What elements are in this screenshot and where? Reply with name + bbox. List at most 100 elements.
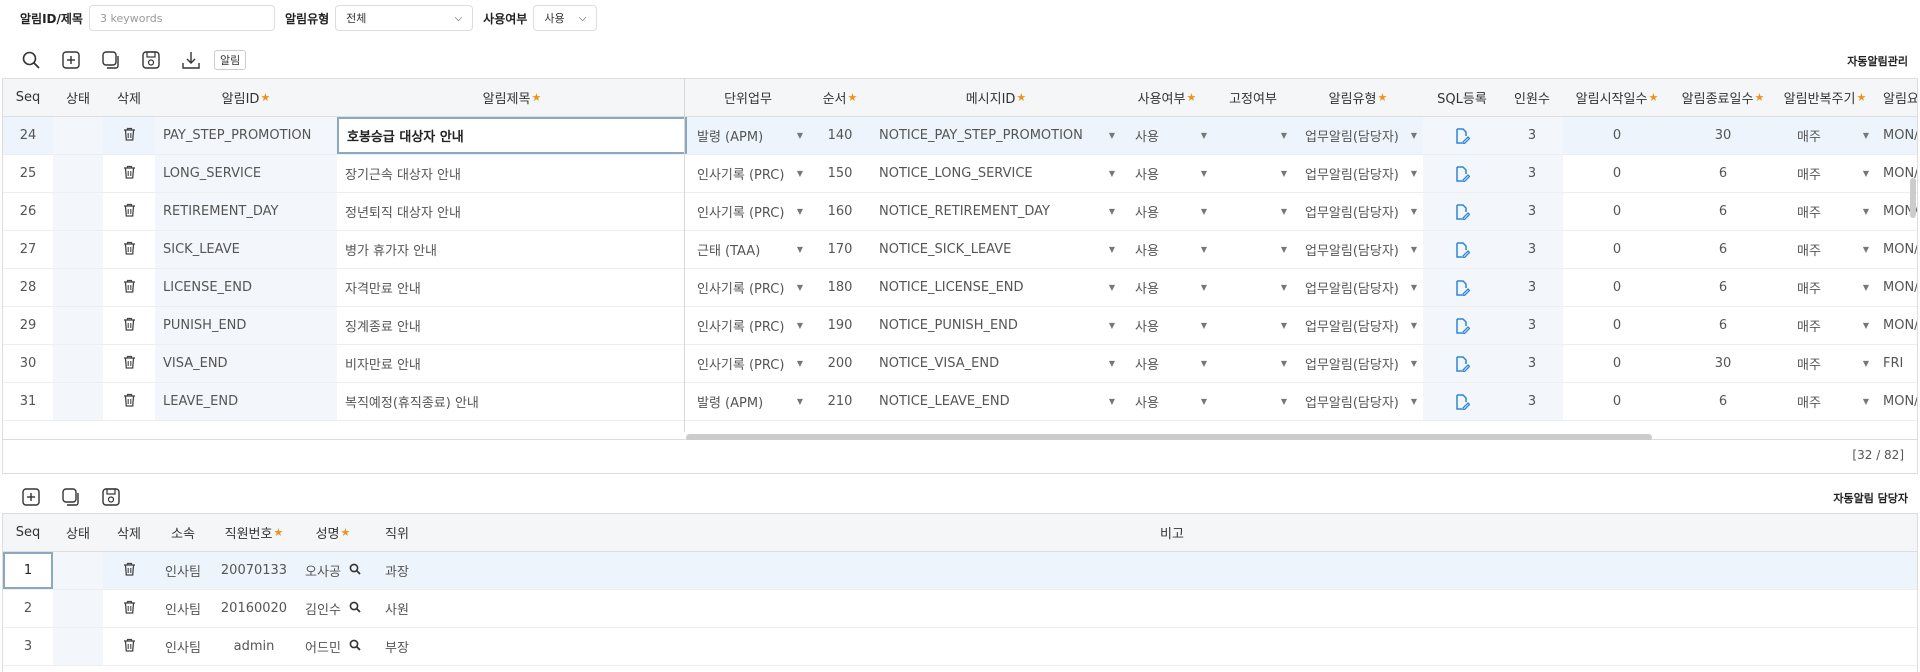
dropdown-arrow-icon[interactable]: ▼ xyxy=(1281,359,1287,368)
trash-icon[interactable] xyxy=(123,355,136,373)
cell-message-id[interactable]: NOTICE_VISA_END ▼ xyxy=(871,345,1121,382)
copy-icon[interactable] xyxy=(60,486,82,508)
vertical-scrollbar[interactable] xyxy=(1910,178,1916,218)
cell-name[interactable]: 어드민 xyxy=(297,628,369,665)
cell-message-id[interactable]: NOTICE_PAY_STEP_PROMOTION ▼ xyxy=(871,117,1121,154)
cell-fixed[interactable]: ▼ xyxy=(1213,193,1293,230)
header-notice-id[interactable]: 알림ID xyxy=(155,79,337,116)
trash-icon[interactable] xyxy=(123,638,136,656)
header-seq[interactable]: Seq xyxy=(3,79,53,116)
cell-notice-title[interactable]: 병가 휴가자 안내 xyxy=(337,231,687,268)
dropdown-arrow-icon[interactable]: ▼ xyxy=(1201,207,1207,216)
header-position[interactable]: 직위 xyxy=(369,514,425,551)
trash-icon[interactable] xyxy=(123,241,136,259)
cell-use[interactable]: 사용 ▼ xyxy=(1121,155,1213,192)
cell-cycle[interactable]: 매주 ▼ xyxy=(1775,155,1875,192)
cell-sql[interactable] xyxy=(1423,269,1501,306)
add-icon[interactable] xyxy=(20,486,42,508)
cell-fixed[interactable]: ▼ xyxy=(1213,345,1293,382)
search-icon[interactable] xyxy=(349,563,361,579)
cell-use[interactable]: 사용 ▼ xyxy=(1121,345,1213,382)
dropdown-arrow-icon[interactable]: ▼ xyxy=(1281,131,1287,140)
dropdown-arrow-icon[interactable]: ▼ xyxy=(1411,169,1417,178)
cell-sql[interactable] xyxy=(1423,117,1501,154)
cell-unit[interactable]: 발령 (APM) ▼ xyxy=(687,117,809,154)
table-row[interactable]: 31 LEAVE_END 복직예정(휴직종료) 안내 발령 (APM) ▼ 210 NOTI… xyxy=(3,383,1917,421)
header-message-id[interactable]: 메시지ID xyxy=(871,79,1121,116)
cell-notice-type[interactable]: 업무알림(담당자) ▼ xyxy=(1293,269,1423,306)
header-cycle[interactable]: 알림반복주기 xyxy=(1775,79,1875,116)
cell-notice-title[interactable]: 비자만료 안내 xyxy=(337,345,687,382)
dropdown-arrow-icon[interactable]: ▼ xyxy=(1863,131,1869,140)
table-row[interactable]: 29 PUNISH_END 징계종료 안내 인사기록 (PRC) ▼ 190 NOTICE_… xyxy=(3,307,1917,345)
header-start-days[interactable]: 알림시작일수 xyxy=(1563,79,1671,116)
table-row[interactable]: 27 SICK_LEAVE 병가 휴가자 안내 근태 (TAA) ▼ 170 NOTICE_… xyxy=(3,231,1917,269)
trash-icon[interactable] xyxy=(123,317,136,335)
copy-icon[interactable] xyxy=(100,49,122,71)
search-icon[interactable] xyxy=(349,639,361,655)
cell-delete[interactable] xyxy=(103,231,155,268)
dropdown-arrow-icon[interactable]: ▼ xyxy=(1411,245,1417,254)
cell-sql[interactable] xyxy=(1423,231,1501,268)
cell-message-id[interactable]: NOTICE_LEAVE_END ▼ xyxy=(871,383,1121,420)
cell-use[interactable]: 사용 ▼ xyxy=(1121,231,1213,268)
dropdown-arrow-icon[interactable]: ▼ xyxy=(1109,283,1115,292)
dropdown-arrow-icon[interactable]: ▼ xyxy=(1411,321,1417,330)
header-unit[interactable]: 단위업무 xyxy=(687,79,809,116)
dropdown-arrow-icon[interactable]: ▼ xyxy=(797,397,803,406)
dropdown-arrow-icon[interactable]: ▼ xyxy=(1863,169,1869,178)
add-icon[interactable] xyxy=(60,49,82,71)
dropdown-arrow-icon[interactable]: ▼ xyxy=(797,131,803,140)
table-row[interactable]: 25 LONG_SERVICE 장기근속 대상자 안내 인사기록 (PRC) ▼ 150 N… xyxy=(3,155,1917,193)
dropdown-arrow-icon[interactable]: ▼ xyxy=(797,359,803,368)
cell-use[interactable]: 사용 ▼ xyxy=(1121,193,1213,230)
cell-cycle[interactable]: 매주 ▼ xyxy=(1775,307,1875,344)
search-icon[interactable] xyxy=(20,49,42,71)
dropdown-arrow-icon[interactable]: ▼ xyxy=(1863,207,1869,216)
cell-unit[interactable]: 인사기록 (PRC) ▼ xyxy=(687,307,809,344)
cell-notice-type[interactable]: 업무알림(담당자) ▼ xyxy=(1293,345,1423,382)
cell-notice-title[interactable]: 정년퇴직 대상자 안내 xyxy=(337,193,687,230)
edit-sql-icon[interactable] xyxy=(1454,279,1470,296)
edit-sql-icon[interactable] xyxy=(1454,165,1470,182)
cell-use[interactable]: 사용 ▼ xyxy=(1121,117,1213,154)
id-filter-input[interactable]: 3 keywords xyxy=(88,5,275,31)
cell-delete[interactable] xyxy=(103,193,155,230)
cell-unit[interactable]: 인사기록 (PRC) ▼ xyxy=(687,155,809,192)
dropdown-arrow-icon[interactable]: ▼ xyxy=(1201,169,1207,178)
cell-use[interactable]: 사용 ▼ xyxy=(1121,383,1213,420)
dropdown-arrow-icon[interactable]: ▼ xyxy=(1109,131,1115,140)
cell-cycle[interactable]: 매주 ▼ xyxy=(1775,193,1875,230)
cell-cycle[interactable]: 매주 ▼ xyxy=(1775,231,1875,268)
cell-delete[interactable] xyxy=(103,383,155,420)
dropdown-arrow-icon[interactable]: ▼ xyxy=(797,245,803,254)
cell-message-id[interactable]: NOTICE_RETIREMENT_DAY ▼ xyxy=(871,193,1121,230)
cell-delete[interactable] xyxy=(103,117,155,154)
cell-cycle[interactable]: 매주 ▼ xyxy=(1775,345,1875,382)
edit-sql-icon[interactable] xyxy=(1454,127,1470,144)
cell-notice-type[interactable]: 업무알림(담당자) ▼ xyxy=(1293,117,1423,154)
dropdown-arrow-icon[interactable]: ▼ xyxy=(1109,397,1115,406)
cell-delete[interactable] xyxy=(103,628,155,665)
cell-fixed[interactable]: ▼ xyxy=(1213,307,1293,344)
cell-unit[interactable]: 인사기록 (PRC) ▼ xyxy=(687,193,809,230)
edit-sql-icon[interactable] xyxy=(1454,355,1470,372)
cell-unit[interactable]: 근태 (TAA) ▼ xyxy=(687,231,809,268)
trash-icon[interactable] xyxy=(123,562,136,580)
type-filter-select[interactable]: 전체 ⌵ xyxy=(335,5,474,31)
header-status[interactable]: 상태 xyxy=(53,514,103,551)
dropdown-arrow-icon[interactable]: ▼ xyxy=(1863,359,1869,368)
dropdown-arrow-icon[interactable]: ▼ xyxy=(1201,397,1207,406)
header-fixed[interactable]: 고정여부 xyxy=(1213,79,1293,116)
cell-notice-type[interactable]: 업무알림(담당자) ▼ xyxy=(1293,307,1423,344)
header-status[interactable]: 상태 xyxy=(53,79,103,116)
edit-sql-icon[interactable] xyxy=(1454,241,1470,258)
dropdown-arrow-icon[interactable]: ▼ xyxy=(1281,283,1287,292)
dropdown-arrow-icon[interactable]: ▼ xyxy=(797,321,803,330)
dropdown-arrow-icon[interactable]: ▼ xyxy=(1863,283,1869,292)
dropdown-arrow-icon[interactable]: ▼ xyxy=(797,169,803,178)
cell-notice-type[interactable]: 업무알림(담당자) ▼ xyxy=(1293,231,1423,268)
cell-fixed[interactable]: ▼ xyxy=(1213,155,1293,192)
cell-message-id[interactable]: NOTICE_PUNISH_END ▼ xyxy=(871,307,1121,344)
header-name[interactable]: 성명 xyxy=(297,514,369,551)
